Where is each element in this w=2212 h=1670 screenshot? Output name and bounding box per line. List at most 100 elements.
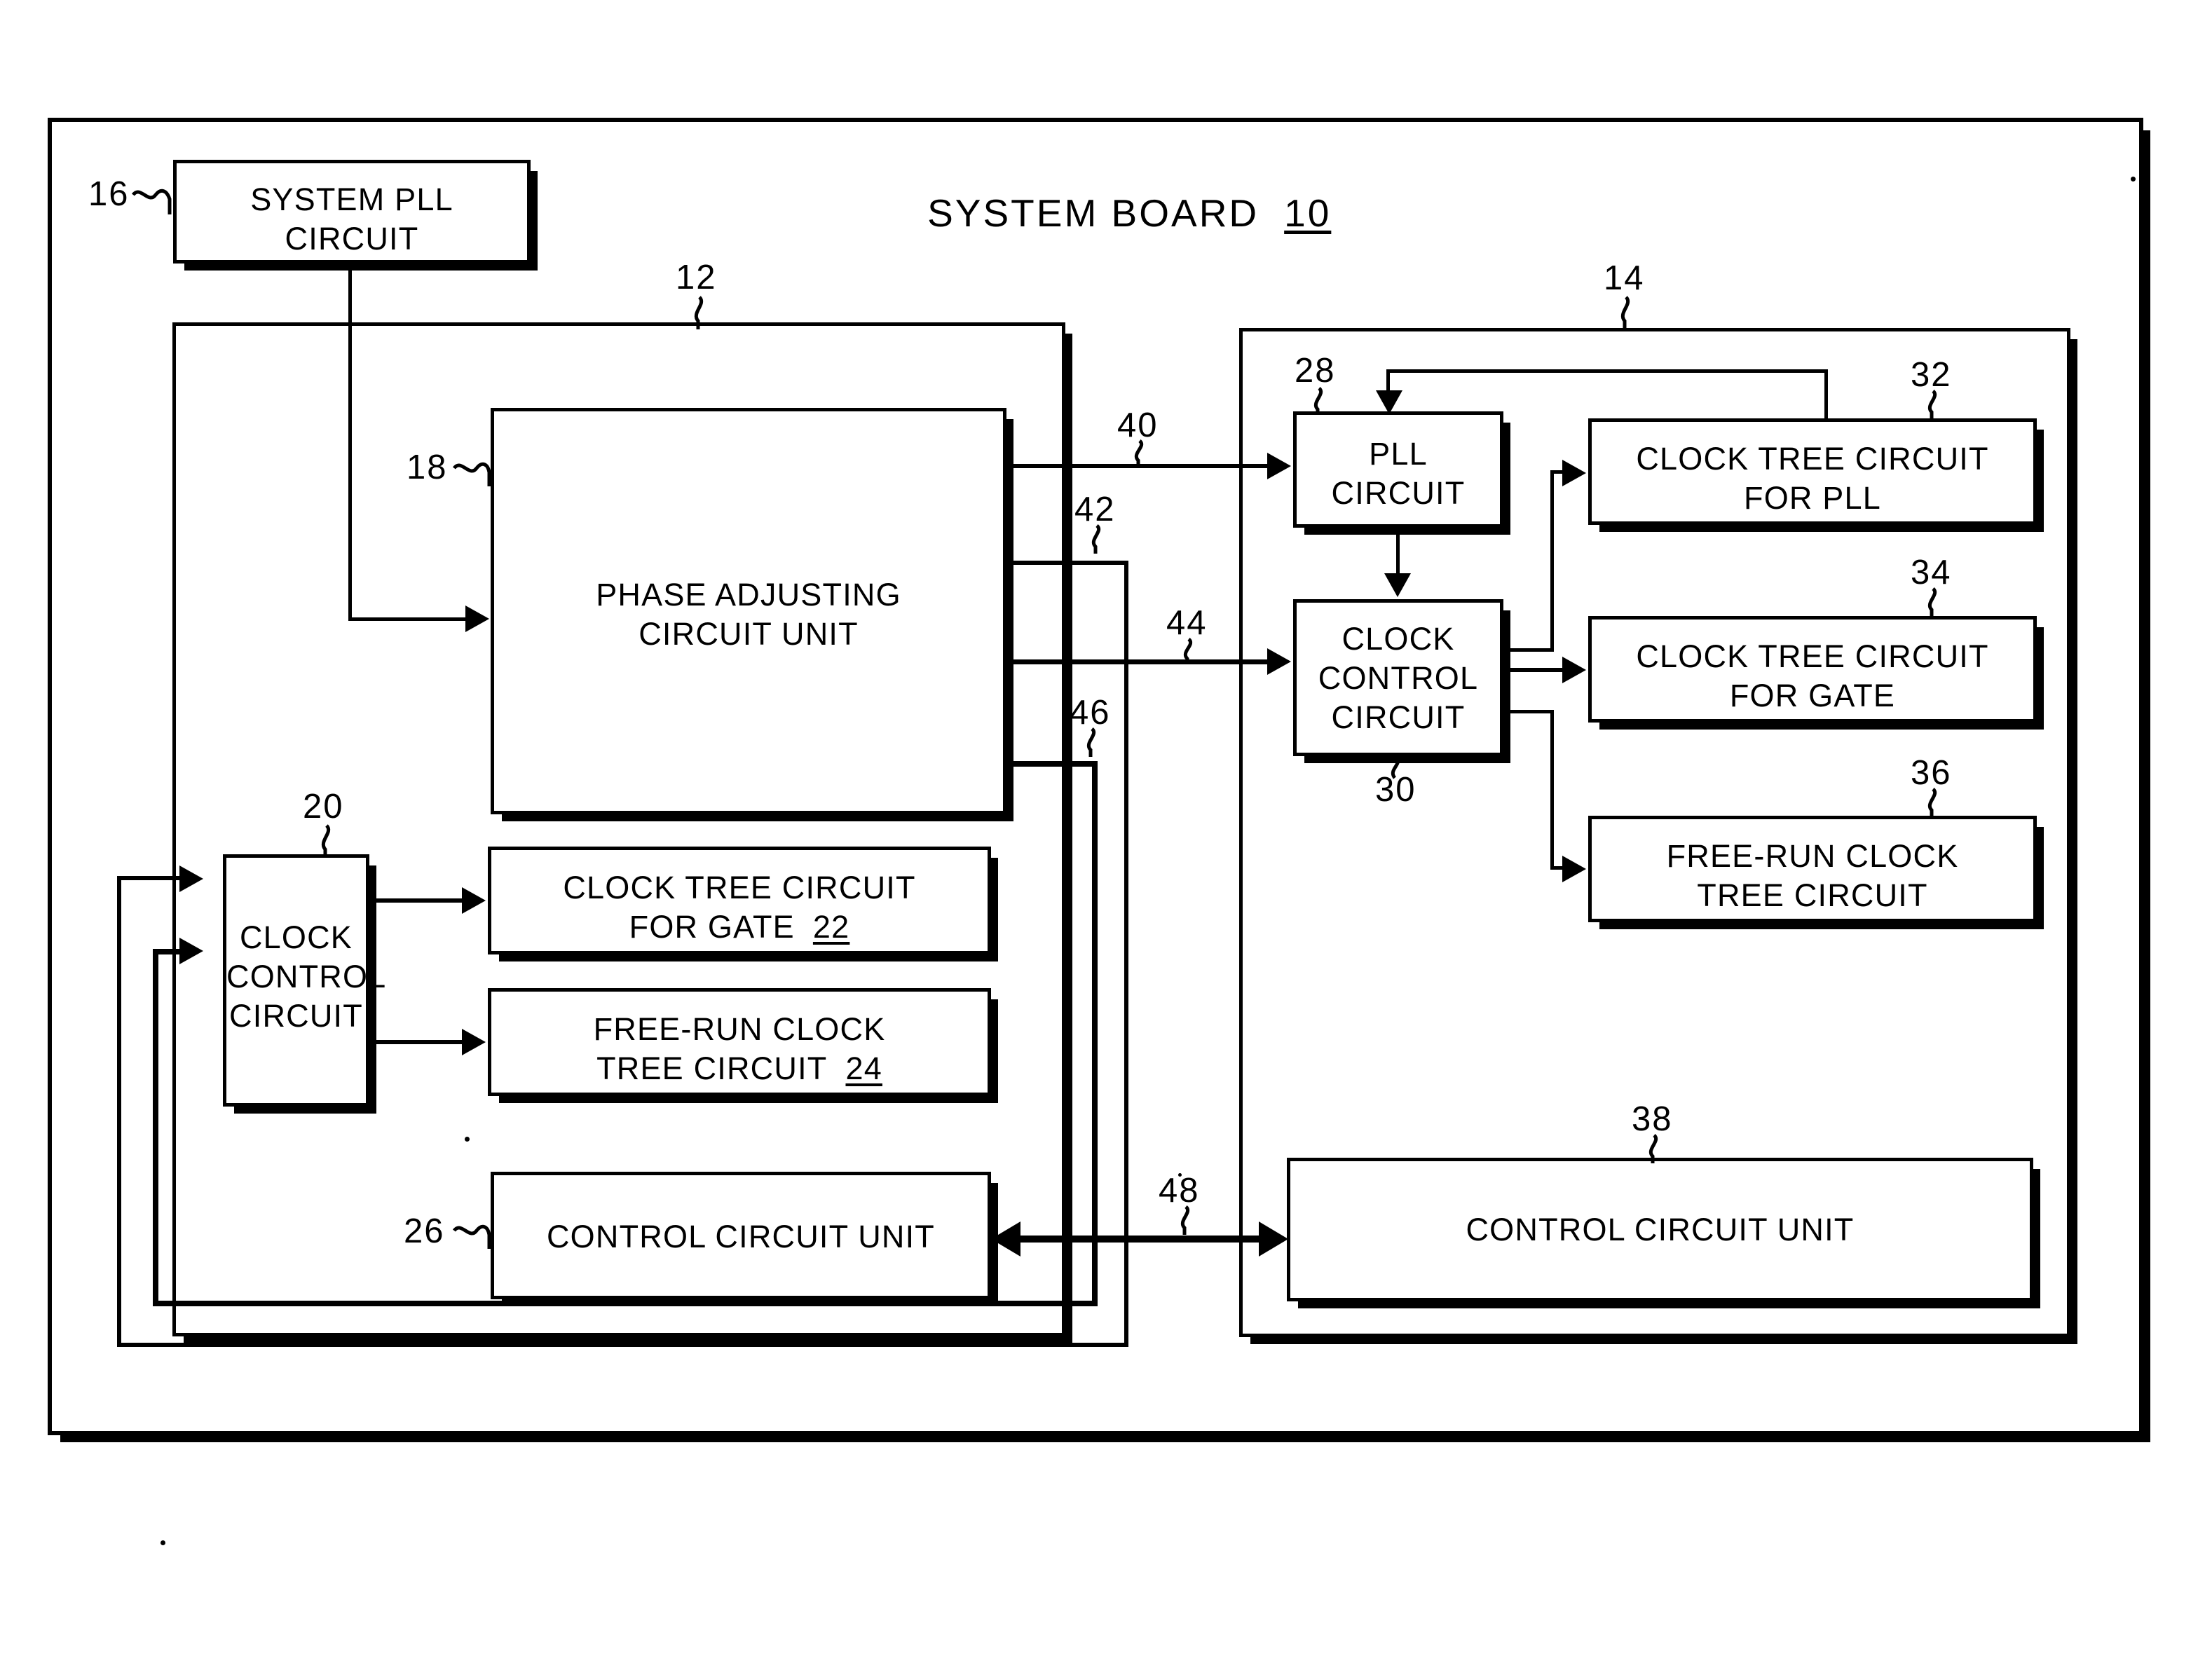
right-clock-control-line2: CONTROL: [1318, 659, 1479, 696]
ref-26-leader: [452, 1224, 491, 1249]
left-control-circuit-unit-box[interactable]: CONTROL CIRCUIT UNIT: [491, 1172, 991, 1299]
wire-46-left-v: [153, 949, 158, 1306]
right-clock-tree-gate-line2: FOR GATE: [1729, 677, 1896, 713]
wire-48: [1018, 1236, 1263, 1243]
wire-cc30-down-stub: [1503, 710, 1554, 713]
right-pll-line1: PLL: [1369, 436, 1428, 472]
wire-cc30-to-tree34: [1503, 668, 1568, 672]
wire-46-bottom: [153, 1301, 1098, 1306]
right-pll-line2: CIRCUIT: [1331, 474, 1466, 511]
ref-26-label: 26: [404, 1212, 445, 1250]
ref-14-label: 14: [1604, 259, 1645, 297]
left-clock-control-circuit-box[interactable]: CLOCK CONTROL CIRCUIT: [223, 854, 387, 1107]
page-title-ref: 10: [1284, 191, 1332, 235]
right-clock-tree-for-gate-box[interactable]: CLOCK TREE CIRCUIT FOR GATE: [1588, 616, 2037, 723]
wire-cc30-down-vert: [1550, 710, 1554, 868]
right-control-circuit-unit-box[interactable]: CONTROL CIRCUIT UNIT: [1287, 1158, 2033, 1301]
ref-42-leader: [1092, 524, 1100, 554]
right-clock-tree-for-pll-box[interactable]: CLOCK TREE CIRCUIT FOR PLL: [1588, 418, 2037, 525]
ref-14-leader: [1621, 296, 1630, 331]
ref-42-label: 42: [1074, 491, 1116, 528]
ref-16-label: 16: [88, 175, 130, 213]
ref-44-label: 44: [1166, 604, 1208, 642]
arrow-syspll-to-phase: [465, 605, 489, 632]
ref-34-label: 34: [1911, 554, 1952, 591]
right-clock-control-line1: CLOCK: [1341, 621, 1455, 657]
wire-cc30-up-vert: [1550, 472, 1554, 651]
right-clock-tree-gate-line1: CLOCK TREE CIRCUIT: [1636, 638, 1989, 674]
left-clock-tree-gate-line2-text: FOR GATE: [629, 908, 795, 945]
left-clock-tree-for-gate-box[interactable]: CLOCK TREE CIRCUIT FOR GATE 22: [488, 847, 991, 954]
patent-figure-canvas: SYSTEM BOARD 10 SYSTEM PLL CIRCUIT 16 12 …: [0, 0, 2212, 1670]
ref-12-label: 12: [676, 259, 717, 296]
left-free-run-line1: FREE-RUN CLOCK: [593, 1011, 886, 1047]
ref-46-label: 46: [1070, 694, 1111, 732]
page-title: SYSTEM BOARD 10: [876, 149, 1331, 278]
right-clock-tree-pll-line1: CLOCK TREE CIRCUIT: [1636, 441, 1989, 477]
arrow-40-to-pll28: [1267, 453, 1291, 479]
wire-42-left-v: [117, 876, 121, 1347]
arrow-48-to-unit38: [1259, 1221, 1288, 1257]
right-pll-circuit-box[interactable]: PLL CIRCUIT: [1293, 411, 1503, 528]
wire-syspll-to-phase: [348, 617, 469, 621]
left-free-run-line2: TREE CIRCUIT 24: [491, 1049, 988, 1088]
left-control-unit-line1: CONTROL CIRCUIT UNIT: [546, 1219, 935, 1254]
scan-speck-2: [161, 1540, 165, 1545]
ref-18-label: 18: [407, 449, 448, 486]
wire-cc30-up-stub: [1503, 648, 1554, 652]
right-clock-tree-pll-line2: FOR PLL: [1744, 479, 1881, 516]
ref-28-leader: [1314, 387, 1323, 415]
arrow-46-to-cc20: [179, 938, 203, 964]
ref-20-leader: [322, 824, 330, 856]
left-free-run-clock-tree-box[interactable]: FREE-RUN CLOCK TREE CIRCUIT 24: [488, 988, 991, 1096]
arrow-cc30-to-tree36: [1562, 856, 1586, 882]
wire-syspll-down: [348, 263, 352, 621]
left-clock-control-line2: CONTROL: [226, 958, 387, 994]
wire-42-h: [1006, 561, 1128, 565]
right-control-unit-line1: CONTROL CIRCUIT UNIT: [1466, 1212, 1855, 1247]
scan-speck-3: [2131, 177, 2136, 182]
arrow-feedback-to-pll28: [1376, 390, 1402, 414]
right-clock-control-line3: CIRCUIT: [1331, 699, 1466, 735]
phase-adjusting-circuit-unit-box[interactable]: PHASE ADJUSTING CIRCUIT UNIT: [491, 408, 1006, 814]
ref-16-leader: [131, 189, 172, 214]
ref-18-leader: [452, 462, 491, 486]
wire-pll28-to-cc30: [1396, 528, 1400, 577]
right-clock-control-circuit-box[interactable]: CLOCK CONTROL CIRCUIT: [1293, 599, 1503, 756]
scan-speck-4: [1178, 1173, 1182, 1177]
left-clock-control-line1: CLOCK: [239, 919, 353, 955]
wire-46-v: [1092, 761, 1098, 1306]
arrow-42-to-cc20: [179, 865, 203, 892]
left-clock-tree-gate-line1: CLOCK TREE CIRCUIT: [563, 870, 916, 905]
arrow-cc20-to-tree24: [462, 1029, 486, 1055]
wire-cc20-to-tree22: [369, 898, 465, 903]
left-clock-tree-gate-ref: 22: [812, 908, 850, 945]
arrow-cc20-to-tree22: [462, 887, 486, 914]
phase-adjusting-line1: PHASE ADJUSTING: [596, 577, 901, 612]
ref-44-leader: [1184, 638, 1192, 664]
ref-36-label: 36: [1911, 754, 1952, 792]
ref-34-leader: [1928, 587, 1937, 617]
ref-40-leader: [1135, 439, 1143, 466]
system-pll-circuit-box[interactable]: SYSTEM PLL CIRCUIT: [173, 160, 531, 263]
right-free-run-clock-tree-box[interactable]: FREE-RUN CLOCK TREE CIRCUIT: [1588, 816, 2037, 922]
ref-32-label: 32: [1911, 356, 1952, 394]
left-free-run-ref: 24: [845, 1050, 882, 1086]
wire-42-into-cc20: [117, 876, 184, 880]
ref-38-label: 38: [1632, 1100, 1673, 1138]
ref-12-leader: [695, 296, 703, 329]
scan-speck-1: [465, 1137, 470, 1142]
left-free-run-line2-text: TREE CIRCUIT: [596, 1050, 828, 1086]
arrow-cc30-to-tree34: [1562, 657, 1586, 683]
ref-36-leader: [1928, 788, 1937, 817]
left-clock-tree-gate-line2: FOR GATE 22: [491, 908, 988, 947]
ref-38-leader: [1649, 1134, 1658, 1163]
ref-20-label: 20: [303, 788, 344, 826]
ref-30-leader: [1391, 757, 1400, 779]
left-clock-control-line3: CIRCUIT: [229, 997, 363, 1034]
right-free-run-line1: FREE-RUN CLOCK: [1666, 838, 1959, 874]
wire-42-bottom: [117, 1343, 1128, 1347]
arrow-48-to-unit26: [991, 1221, 1020, 1257]
ref-32-leader: [1928, 390, 1937, 419]
right-free-run-line2: TREE CIRCUIT: [1697, 877, 1928, 913]
